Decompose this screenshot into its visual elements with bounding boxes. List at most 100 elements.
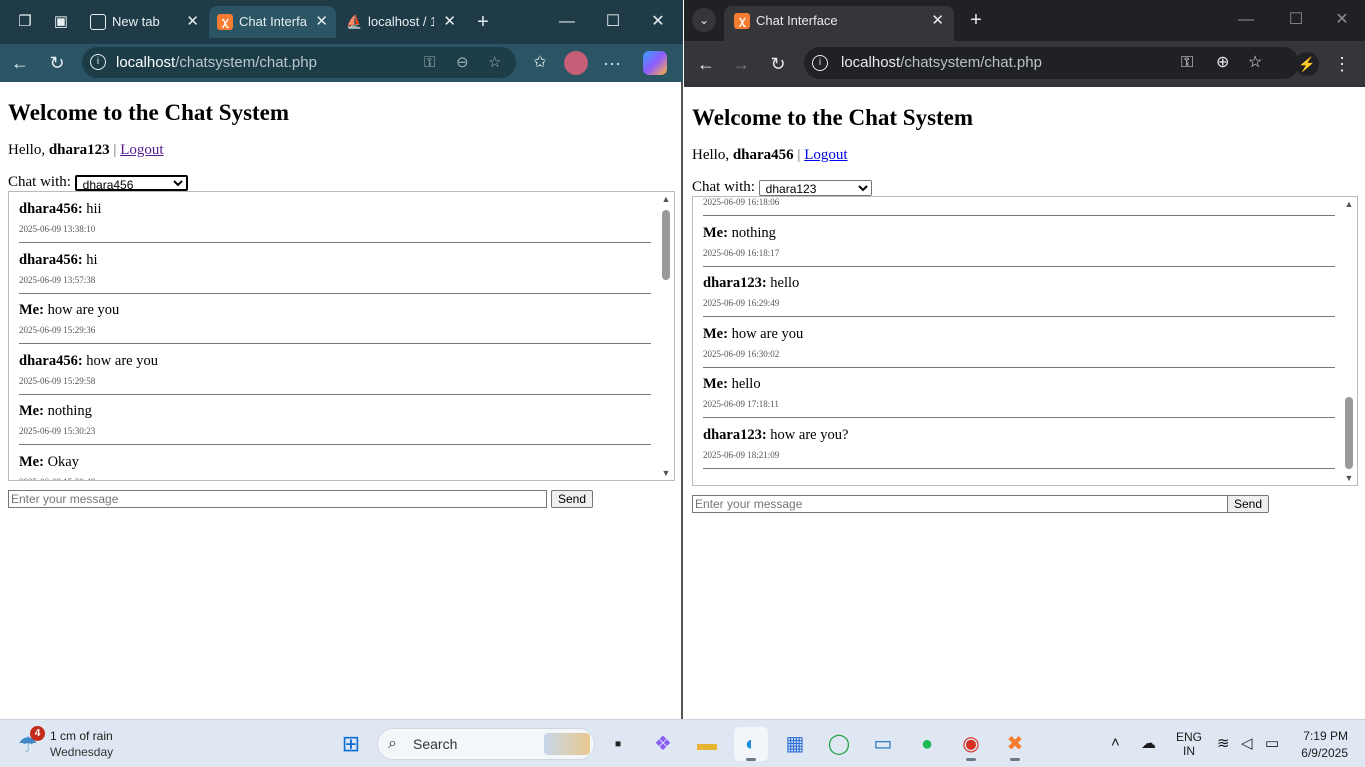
message-sender: Me: bbox=[19, 453, 44, 470]
volume-icon[interactable]: ◁ bbox=[1241, 734, 1253, 752]
chat-messages-box[interactable]: dhara456: hii 2025-06-09 13:38:10 dhara456… bbox=[8, 191, 675, 481]
scroll-down-icon[interactable]: ▼ bbox=[1344, 473, 1354, 483]
workspaces-icon[interactable]: ❐ bbox=[15, 12, 35, 32]
close-tab-icon[interactable]: ✕ bbox=[315, 6, 328, 38]
wifi-icon[interactable]: ≋ bbox=[1217, 734, 1230, 752]
clock[interactable]: 7:19 PM 6/9/2025 bbox=[1300, 729, 1348, 760]
message-input[interactable] bbox=[692, 495, 1231, 513]
maximize-icon[interactable]: ☐ bbox=[601, 10, 625, 34]
file-explorer-icon[interactable]: ▬ bbox=[690, 727, 724, 761]
tab-search-icon[interactable]: ⌄ bbox=[692, 8, 716, 32]
profile-avatar[interactable] bbox=[564, 51, 588, 75]
more-menu-icon[interactable]: ⋮ bbox=[1330, 52, 1354, 76]
refresh-icon[interactable]: ↻ bbox=[766, 52, 790, 76]
maximize-icon[interactable]: ☐ bbox=[1284, 8, 1308, 32]
send-button[interactable]: Send bbox=[1227, 495, 1270, 513]
close-tab-icon[interactable]: ✕ bbox=[186, 6, 199, 38]
xampp-app-icon[interactable]: ✖ bbox=[998, 727, 1032, 761]
tab-label: New tab bbox=[112, 14, 160, 29]
clock-time: 7:19 PM bbox=[1303, 729, 1348, 743]
new-tab-plus-icon[interactable]: + bbox=[964, 8, 988, 32]
edge-tab-chat-interface[interactable]: ꭓ Chat Interface ✕ bbox=[209, 6, 336, 38]
separator: | bbox=[113, 142, 117, 158]
edge-app-icon[interactable]: ◐ bbox=[734, 727, 768, 761]
close-tab-icon[interactable]: ✕ bbox=[443, 6, 456, 38]
chat-with-select[interactable]: dhara123 bbox=[758, 179, 872, 196]
zoom-out-icon[interactable]: ⊖ bbox=[456, 47, 469, 78]
favorites-icon[interactable]: ✩ bbox=[528, 51, 552, 75]
minimize-icon[interactable]: — bbox=[555, 10, 579, 34]
minimize-icon[interactable]: — bbox=[1234, 8, 1258, 32]
chat-scrollbar[interactable]: ▲ ▼ bbox=[658, 192, 674, 480]
chat-message: Me: nothing 2025-06-09 15:30:23 bbox=[19, 394, 651, 445]
taskbar-search[interactable]: ⌕ Search bbox=[377, 728, 595, 760]
logout-link[interactable]: Logout bbox=[804, 147, 847, 163]
chrome-toolbar: ← → ↻ i localhost/chatsystem/chat.php ⚿ … bbox=[684, 41, 1365, 87]
scroll-thumb[interactable] bbox=[662, 210, 670, 280]
onedrive-cloud-icon[interactable]: ☁ bbox=[1141, 734, 1156, 752]
chevron-up-icon[interactable]: ˄ bbox=[1111, 734, 1120, 751]
spotify-icon[interactable]: ● bbox=[910, 727, 944, 761]
edge-tab-new-tab[interactable]: New tab ✕ bbox=[82, 6, 207, 38]
message-text: hi bbox=[82, 251, 98, 268]
favorite-star-icon[interactable]: ☆ bbox=[488, 47, 501, 78]
hello-text: Hello, bbox=[692, 147, 730, 163]
message-input[interactable] bbox=[8, 490, 547, 508]
password-key-icon[interactable]: ⚿ bbox=[1181, 47, 1193, 79]
edge-tab-phpmyadmin[interactable]: ⛵ localhost / 1 ✕ bbox=[338, 6, 464, 38]
back-arrow-icon[interactable]: ← bbox=[8, 51, 32, 75]
more-menu-icon[interactable]: ··· bbox=[600, 51, 624, 75]
chat-with-select[interactable]: dhara456 bbox=[74, 174, 188, 191]
extension-icon[interactable]: ⚡ bbox=[1295, 52, 1319, 76]
zoom-icon[interactable]: ⊕ bbox=[1216, 47, 1229, 79]
scroll-down-icon[interactable]: ▼ bbox=[661, 468, 671, 478]
close-tab-icon[interactable]: ✕ bbox=[931, 6, 944, 35]
forward-arrow-icon[interactable]: → bbox=[729, 52, 753, 76]
start-windows-icon[interactable]: ⊞ bbox=[334, 727, 368, 761]
search-highlight-image bbox=[544, 733, 590, 755]
hello-text: Hello, bbox=[8, 142, 46, 158]
chrome-app-icon[interactable]: ◉ bbox=[954, 727, 988, 761]
chrome-window: ⌄ ꭓ Chat Interface ✕ + — ☐ ✕ ← → ↻ i loc… bbox=[684, 0, 1365, 719]
store-icon[interactable]: ▦ bbox=[778, 727, 812, 761]
taskbar: ☂ 4 1 cm of rain Wednesday ⊞ ⌕ Search ▪ … bbox=[0, 719, 1365, 767]
weather-widget[interactable]: ☂ 4 1 cm of rain Wednesday bbox=[18, 726, 148, 762]
chat-scrollbar[interactable]: ▲ ▼ bbox=[1341, 197, 1357, 485]
address-bar[interactable]: i localhost/chatsystem/chat.php ⚿ ⊖ ☆ bbox=[82, 47, 516, 78]
separator: | bbox=[797, 147, 801, 163]
language-indicator[interactable]: ENG IN bbox=[1176, 730, 1202, 758]
tab-label: localhost / 1 bbox=[368, 14, 434, 29]
scroll-thumb[interactable] bbox=[1345, 397, 1353, 469]
site-info-icon[interactable]: i bbox=[812, 55, 828, 71]
vertical-tabs-icon[interactable]: ▣ bbox=[51, 12, 71, 32]
chat-messages-box[interactable]: 2025-06-09 16:18:06 Me: nothing 2025-06-09… bbox=[692, 196, 1358, 486]
scroll-up-icon[interactable]: ▲ bbox=[661, 194, 671, 204]
close-window-icon[interactable]: ✕ bbox=[646, 10, 670, 34]
address-bar[interactable]: i localhost/chatsystem/chat.php ⚿ ⊕ ☆ bbox=[804, 47, 1299, 79]
message-text: how are you? bbox=[766, 426, 849, 443]
whatsapp-icon[interactable]: ◯ bbox=[822, 727, 856, 761]
new-tab-icon bbox=[90, 14, 106, 30]
message-line: dhara456: hi bbox=[19, 252, 98, 269]
bookmark-star-icon[interactable]: ☆ bbox=[1248, 47, 1262, 79]
remote-desktop-icon[interactable]: ▭ bbox=[866, 727, 900, 761]
refresh-icon[interactable]: ↻ bbox=[45, 51, 69, 75]
copilot-icon[interactable] bbox=[643, 51, 667, 75]
message-timestamp: 2025-06-09 17:18:11 bbox=[703, 399, 779, 409]
task-view-icon[interactable]: ▪ bbox=[601, 727, 635, 761]
site-info-icon[interactable]: i bbox=[90, 54, 106, 70]
message-timestamp: 2025-06-09 18:21:09 bbox=[703, 449, 780, 460]
battery-icon[interactable]: ▭ bbox=[1265, 734, 1279, 752]
key-icon[interactable]: ⚿ bbox=[424, 47, 435, 78]
message-sender: Me: bbox=[703, 325, 728, 342]
logout-link[interactable]: Logout bbox=[120, 142, 163, 158]
chrome-tab-chat-interface[interactable]: ꭓ Chat Interface ✕ bbox=[724, 6, 954, 41]
close-window-icon[interactable]: ✕ bbox=[1330, 8, 1354, 32]
send-button[interactable]: Send bbox=[551, 490, 594, 508]
copilot-app-icon[interactable]: ❖ bbox=[646, 727, 680, 761]
message-timestamp: 2025-06-09 15:30:23 bbox=[19, 426, 96, 436]
back-arrow-icon[interactable]: ← bbox=[694, 52, 718, 76]
message-line: Me: hello bbox=[703, 376, 761, 393]
scroll-up-icon[interactable]: ▲ bbox=[1344, 199, 1354, 209]
new-tab-plus-icon[interactable]: + bbox=[473, 12, 493, 32]
